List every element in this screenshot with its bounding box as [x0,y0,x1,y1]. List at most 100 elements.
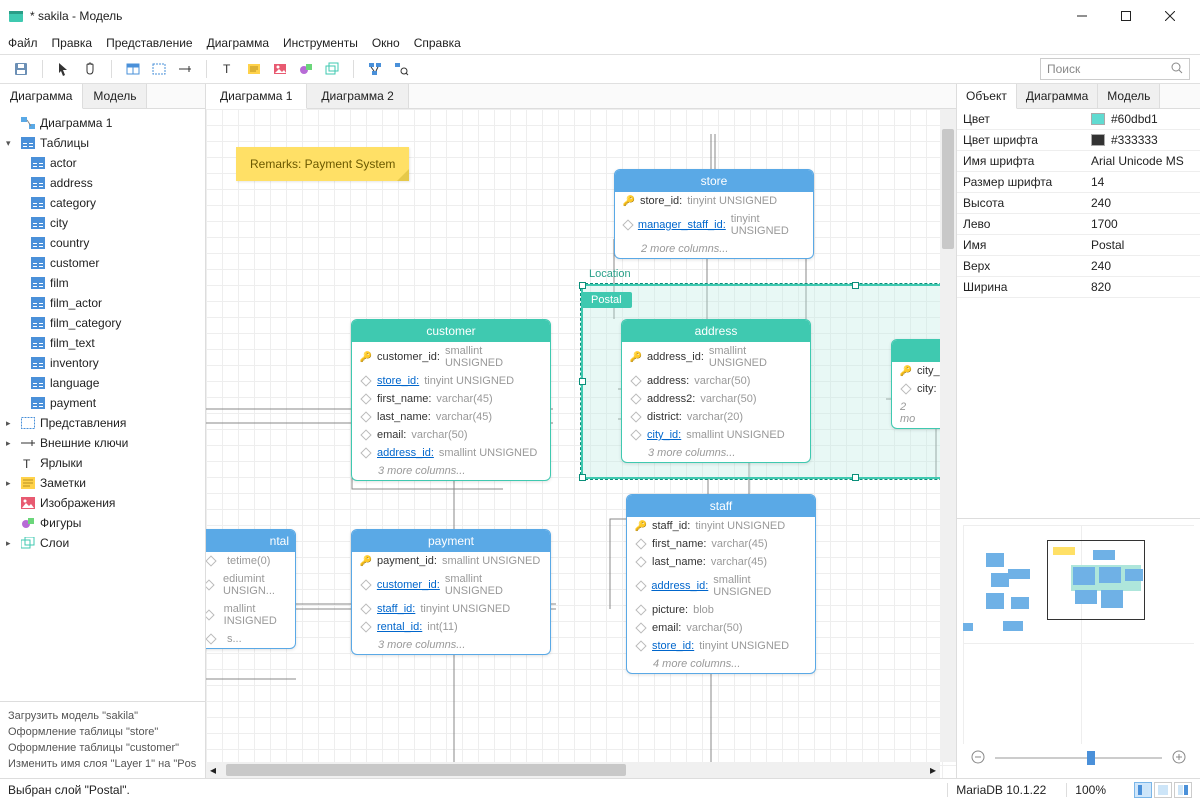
menu-diagram[interactable]: Диаграмма [207,36,269,50]
property-value[interactable]: Arial Unicode MS [1085,151,1200,171]
menu-tools[interactable]: Инструменты [283,36,358,50]
menu-view[interactable]: Представление [106,36,193,50]
note-tool[interactable] [243,58,265,80]
tree-table-item[interactable]: customer [0,253,205,273]
right-tab-object[interactable]: Объект [957,84,1017,109]
menu-window[interactable]: Окно [372,36,400,50]
property-row[interactable]: ИмяPostal [957,235,1200,256]
table-column[interactable]: tetime(0) [206,552,295,570]
tree-table-item[interactable]: country [0,233,205,253]
table-column[interactable]: picture: blob [627,601,815,619]
table-column[interactable]: 🔑store_id: tinyint UNSIGNED [615,192,813,210]
tree-notes[interactable]: ▸Заметки [0,473,205,493]
left-tab-diagram[interactable]: Диаграмма [0,84,83,109]
property-row[interactable]: Цвет#60dbd1 [957,109,1200,130]
zoom-out-button[interactable] [971,750,985,767]
right-tab-diagram[interactable]: Диаграмма [1017,84,1098,108]
table-column[interactable]: city_id: smallint UNSIGNED [622,426,810,444]
table-column[interactable]: 🔑payment_id: smallint UNSIGNED [352,552,550,570]
property-value[interactable]: 240 [1085,256,1200,276]
table-column[interactable]: store_id: tinyint UNSIGNED [352,372,550,390]
left-tab-model[interactable]: Модель [83,84,147,108]
property-value[interactable]: #333333 [1085,130,1200,150]
minimize-button[interactable] [1060,1,1104,31]
canvas-tab-1[interactable]: Диаграмма 1 [206,84,307,109]
table-city[interactable]: 🔑city_icity: 2 mo [891,339,946,429]
table-column[interactable]: s... [206,630,295,648]
table-column[interactable]: last_name: varchar(45) [627,553,815,571]
table-column[interactable]: 🔑customer_id: smallint UNSIGNED [352,342,550,372]
table-column[interactable]: last_name: varchar(45) [352,408,550,426]
more-columns[interactable]: 2 mo [892,398,945,428]
table-column[interactable]: address_id: smallint UNSIGNED [627,571,815,601]
table-column[interactable]: 🔑staff_id: tinyint UNSIGNED [627,517,815,535]
canvas-tab-2[interactable]: Диаграмма 2 [307,84,408,108]
more-columns[interactable]: 2 more columns... [615,240,813,258]
table-column[interactable]: email: varchar(50) [352,426,550,444]
menu-file[interactable]: Файл [8,36,38,50]
property-row[interactable]: Имя шрифтаArial Unicode MS [957,151,1200,172]
table-column[interactable]: address2: varchar(50) [622,390,810,408]
property-value[interactable]: 820 [1085,277,1200,297]
table-column[interactable]: mallint INSIGNED [206,600,295,630]
table-column[interactable]: staff_id: tinyint UNSIGNED [352,600,550,618]
tree-table-item[interactable]: film_actor [0,293,205,313]
tree-table-item[interactable]: inventory [0,353,205,373]
property-value[interactable]: 240 [1085,193,1200,213]
property-value[interactable]: 1700 [1085,214,1200,234]
tree-table-item[interactable]: address [0,173,205,193]
save-button[interactable] [10,58,32,80]
tree-table-item[interactable]: film_text [0,333,205,353]
tree-table-item[interactable]: actor [0,153,205,173]
table-column[interactable]: store_id: tinyint UNSIGNED [627,637,815,655]
table-tool[interactable] [122,58,144,80]
table-store[interactable]: store 🔑store_id: tinyint UNSIGNEDmanager… [614,169,814,259]
table-customer[interactable]: customer 🔑customer_id: smallint UNSIGNED… [351,319,551,481]
history-item[interactable]: Оформление таблицы "store" [8,724,197,740]
shape-tool[interactable] [295,58,317,80]
tree-layers[interactable]: ▸Слои [0,533,205,553]
property-value[interactable]: Postal [1085,235,1200,255]
history-item[interactable]: Изменить имя слоя "Layer 1" на "Pos [8,756,197,772]
property-row[interactable]: Ширина820 [957,277,1200,298]
table-column[interactable]: address: varchar(50) [622,372,810,390]
view-tool[interactable] [148,58,170,80]
table-column[interactable]: manager_staff_id: tinyint UNSIGNED [615,210,813,240]
search-diagram-button[interactable] [390,58,412,80]
history-item[interactable]: Оформление таблицы "customer" [8,740,197,756]
tree-images[interactable]: ▸Изображения [0,493,205,513]
property-value[interactable]: #60dbd1 [1085,109,1200,129]
horizontal-scrollbar[interactable]: ◂▸ [206,762,940,778]
more-columns[interactable]: 4 more columns... [627,655,815,673]
table-address[interactable]: address 🔑address_id: smallint UNSIGNEDad… [621,319,811,463]
table-column[interactable]: 🔑city_i [892,362,945,380]
vertical-scrollbar[interactable] [940,109,956,762]
table-column[interactable]: customer_id: smallint UNSIGNED [352,570,550,600]
property-row[interactable]: Размер шрифта14 [957,172,1200,193]
menu-help[interactable]: Справка [414,36,461,50]
tree-diagram-root[interactable]: ▸ Диаграмма 1 [0,113,205,133]
table-column[interactable]: 🔑address_id: smallint UNSIGNED [622,342,810,372]
table-column[interactable]: address_id: smallint UNSIGNED [352,444,550,462]
right-tab-model[interactable]: Модель [1098,84,1160,108]
table-payment[interactable]: payment 🔑payment_id: smallint UNSIGNEDcu… [351,529,551,655]
hand-tool[interactable] [79,58,101,80]
diagram-canvas[interactable]: Remarks: Payment System Location Postal [206,109,956,778]
menu-edit[interactable]: Правка [52,36,93,50]
property-row[interactable]: Высота240 [957,193,1200,214]
property-value[interactable]: 14 [1085,172,1200,192]
table-staff[interactable]: staff 🔑staff_id: tinyint UNSIGNEDfirst_n… [626,494,816,674]
more-columns[interactable]: 3 more columns... [352,462,550,480]
table-column[interactable]: email: varchar(50) [627,619,815,637]
search-input[interactable]: Поиск [1040,58,1190,80]
property-row[interactable]: Лево1700 [957,214,1200,235]
zoom-slider[interactable] [995,757,1162,759]
tree-table-item[interactable]: film [0,273,205,293]
auto-layout-button[interactable] [364,58,386,80]
tree-tables[interactable]: ▾ Таблицы [0,133,205,153]
table-column[interactable]: first_name: varchar(45) [352,390,550,408]
zoom-in-button[interactable] [1172,750,1186,767]
text-tool[interactable]: T [217,58,239,80]
table-column[interactable]: district: varchar(20) [622,408,810,426]
tree-fkeys[interactable]: ▸Внешние ключи [0,433,205,453]
